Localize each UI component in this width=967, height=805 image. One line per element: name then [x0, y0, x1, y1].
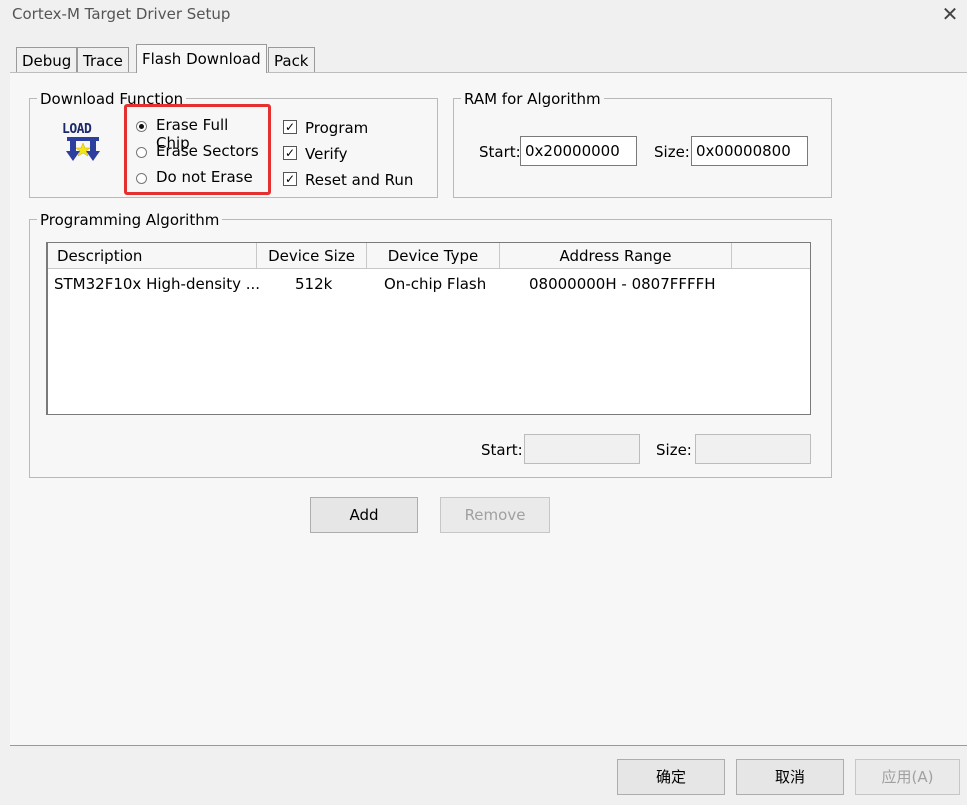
row-address-range: 08000000H - 0807FFFFH [529, 275, 716, 293]
verify-option[interactable]: ✓ Verify [283, 145, 423, 165]
ram-start-input[interactable]: 0x20000000 [520, 136, 637, 166]
close-icon[interactable]: ✕ [940, 4, 960, 24]
program-label: Program [305, 119, 369, 137]
row-device-size: 512k [295, 275, 333, 293]
program-option[interactable]: ✓ Program [283, 119, 423, 139]
remove-button[interactable]: Remove [440, 497, 550, 533]
column-empty [732, 243, 810, 269]
window-title: Cortex-M Target Driver Setup [12, 5, 231, 23]
algo-start-label: Start: [481, 441, 523, 459]
highlight-box [124, 104, 271, 195]
column-address-range[interactable]: Address Range [500, 243, 732, 269]
row-description: STM32F10x High-density ... [54, 275, 261, 293]
reset-and-run-label: Reset and Run [305, 171, 414, 189]
algo-start-input[interactable] [524, 434, 640, 464]
tab-trace[interactable]: Trace [77, 47, 129, 72]
verify-checkbox[interactable]: ✓ [283, 146, 297, 160]
tab-flash-download[interactable]: Flash Download [136, 44, 267, 73]
reset-and-run-checkbox[interactable]: ✓ [283, 172, 297, 186]
ram-size-input[interactable]: 0x00000800 [691, 136, 808, 166]
ram-size-label: Size: [654, 143, 690, 161]
algo-size-label: Size: [656, 441, 692, 459]
column-device-size[interactable]: Device Size [257, 243, 367, 269]
ok-button[interactable]: 确定 [617, 759, 725, 795]
program-checkbox[interactable]: ✓ [283, 120, 297, 134]
reset-and-run-option[interactable]: ✓ Reset and Run [283, 171, 423, 191]
tab-debug[interactable]: Debug [16, 47, 78, 72]
ram-legend: RAM for Algorithm [461, 91, 604, 107]
algorithm-list[interactable]: Description Device Size Device Type Addr… [46, 242, 811, 415]
add-button[interactable]: Add [310, 497, 418, 533]
load-icon: LOAD [60, 120, 106, 166]
table-row[interactable]: STM32F10x High-density ... 512k On-chip … [48, 271, 810, 293]
tab-pack[interactable]: Pack [268, 47, 315, 72]
verify-label: Verify [305, 145, 348, 163]
column-device-type[interactable]: Device Type [367, 243, 500, 269]
cancel-button[interactable]: 取消 [736, 759, 844, 795]
apply-button[interactable]: 应用(A) [855, 759, 960, 795]
ram-start-label: Start: [479, 143, 521, 161]
programming-algorithm-legend: Programming Algorithm [37, 212, 223, 228]
algo-size-input[interactable] [695, 434, 811, 464]
column-description[interactable]: Description [48, 243, 257, 269]
row-device-type: On-chip Flash [384, 275, 487, 293]
